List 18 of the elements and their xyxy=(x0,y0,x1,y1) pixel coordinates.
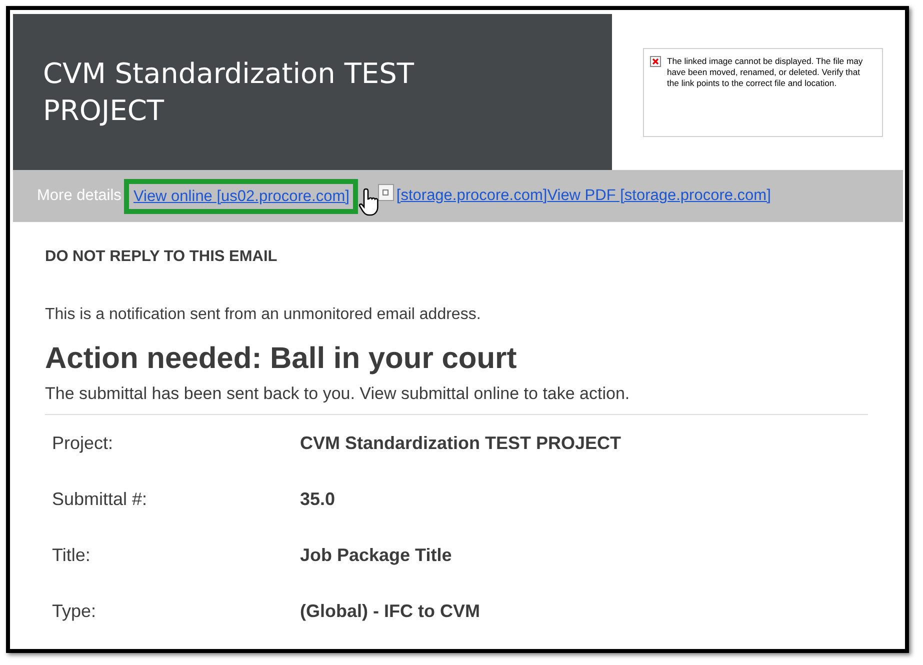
field-label: Title: xyxy=(51,544,92,566)
details-label: More details xyxy=(37,187,122,205)
field-label: Submittal #: xyxy=(51,488,148,510)
link[interactable]: View PDF [storage.procore.com] xyxy=(547,187,771,204)
field-value: (Global) - IFC to CVM xyxy=(300,600,480,622)
notice-text: This is a notification sent from an unmonitored email address. xyxy=(45,306,482,324)
action-heading: Action needed: Ball in your court xyxy=(45,342,518,376)
field-value: 35.0 xyxy=(300,488,336,510)
notice-heading: DO NOT REPLY TO THIS EMAIL xyxy=(45,248,278,266)
field-value: CVM Standardization TEST PROJECT xyxy=(300,432,622,454)
field-label: Type: xyxy=(51,600,98,622)
action-text: The submittal has been sent back to you. View submittal online to take action. xyxy=(45,384,631,404)
field-label: Project: xyxy=(51,432,114,454)
broken-image-message: The linked image cannot be displayed. The file may have been moved, renamed, or deleted. Verify that the link points to the correct file and location. xyxy=(667,56,864,90)
project-title: CVM Standardization TEST PROJECT xyxy=(43,56,415,129)
field-value: Job Package Title xyxy=(300,544,452,566)
link[interactable]: View online [us02.procore.com] xyxy=(124,178,358,214)
link[interactable]: [storage.procore.com] xyxy=(396,187,548,204)
